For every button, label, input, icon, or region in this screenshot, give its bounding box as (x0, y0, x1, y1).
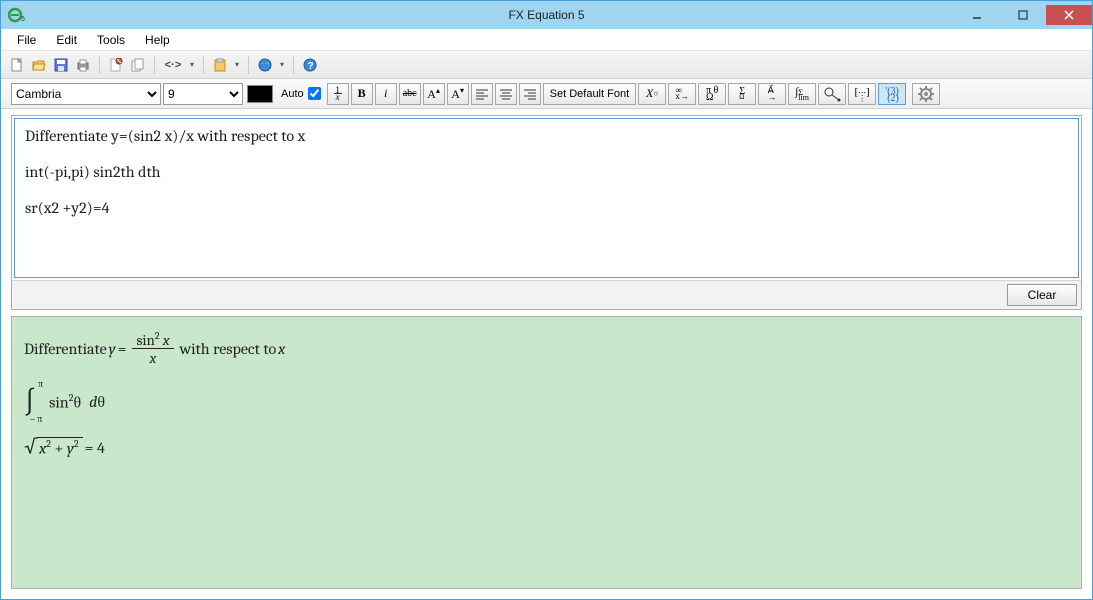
print-button[interactable] (73, 55, 93, 75)
menu-edit[interactable]: Edit (46, 31, 87, 49)
align-right-button[interactable] (519, 83, 541, 105)
cut-button[interactable] (106, 55, 126, 75)
sigma-button[interactable]: ΣΩ (728, 83, 756, 105)
titlebar: 5 FX Equation 5 (1, 1, 1092, 29)
equation-preview: Differentiate y = sin2 x x with respect … (11, 316, 1082, 589)
preview-line-1: Differentiate y = sin2 x x with respect … (24, 331, 1069, 367)
font-name-select[interactable]: Cambria (11, 83, 161, 105)
web-dropdown[interactable]: ▾ (277, 55, 287, 75)
paste-dropdown[interactable]: ▾ (232, 55, 242, 75)
decrease-font-button[interactable]: A▾ (447, 83, 469, 105)
content-area: Differentiate y=(sin2 x)/x with respect … (1, 109, 1092, 599)
clear-row: Clear (12, 280, 1081, 309)
preview-line-3: √ x2 + y2 = 4 (24, 437, 1069, 459)
vector-button[interactable]: A⃗→ (758, 83, 786, 105)
integral: π ∫ – π (24, 381, 43, 423)
new-button[interactable] (7, 55, 27, 75)
window-title: FX Equation 5 (1, 8, 1092, 22)
menu-file[interactable]: File (7, 31, 46, 49)
paste-button[interactable] (210, 55, 230, 75)
menu-tools[interactable]: Tools (87, 31, 135, 49)
superscript-button[interactable]: X○ (638, 83, 666, 105)
open-button[interactable] (29, 55, 49, 75)
fraction: sin2 x x (132, 331, 173, 367)
fraction-button[interactable]: 1x (327, 83, 349, 105)
code-button[interactable]: <·> (161, 55, 185, 75)
window-controls (954, 5, 1092, 25)
set-default-font-button[interactable]: Set Default Font (543, 83, 637, 105)
toolbar-separator (99, 56, 100, 74)
combinatorics-button[interactable]: '(3)(2) (878, 83, 906, 105)
font-color-button[interactable] (247, 85, 273, 103)
increase-font-button[interactable]: A▴ (423, 83, 445, 105)
menubar: File Edit Tools Help (1, 29, 1092, 51)
copy-button[interactable] (128, 55, 148, 75)
pi-theta-button[interactable]: π θΩ (698, 83, 726, 105)
equation-input[interactable]: Differentiate y=(sin2 x)/x with respect … (14, 118, 1079, 278)
toolbar-separator (293, 56, 294, 74)
integral-sum-button[interactable]: ∫Σlim (788, 83, 816, 105)
web-button[interactable] (255, 55, 275, 75)
settings-button[interactable] (912, 83, 940, 105)
align-left-button[interactable] (471, 83, 493, 105)
geometry-button[interactable] (818, 83, 846, 105)
square-root: √ x2 + y2 (24, 437, 83, 459)
clear-button[interactable]: Clear (1007, 284, 1077, 306)
bold-button[interactable]: B (351, 83, 373, 105)
toolbar-separator (154, 56, 155, 74)
strike-button[interactable]: abc (399, 83, 421, 105)
help-button[interactable]: ? (300, 55, 320, 75)
main-toolbar: <·> ▾ ▾ ▾ ? (1, 51, 1092, 79)
close-button[interactable] (1046, 5, 1092, 25)
minimize-button[interactable] (954, 5, 1000, 25)
format-toolbar: Cambria 9 Auto 1x B i abc A▴ A▾ Set Defa… (1, 79, 1092, 109)
code-dropdown[interactable]: ▾ (187, 55, 197, 75)
app-window: 5 FX Equation 5 File Edit Tools Help <·>… (0, 0, 1093, 600)
align-center-button[interactable] (495, 83, 517, 105)
matrix-button[interactable]: [⋯⋮] (848, 83, 876, 105)
font-size-select[interactable]: 9 (163, 83, 243, 105)
save-button[interactable] (51, 55, 71, 75)
auto-checkbox[interactable] (308, 87, 321, 100)
maximize-button[interactable] (1000, 5, 1046, 25)
limits-button[interactable]: ∞x→ (668, 83, 696, 105)
toolbar-separator (203, 56, 204, 74)
input-panel: Differentiate y=(sin2 x)/x with respect … (11, 115, 1082, 310)
italic-button[interactable]: i (375, 83, 397, 105)
preview-line-2: π ∫ – π sin2θ dθ (24, 381, 1069, 423)
toolbar-separator (248, 56, 249, 74)
svg-text:5: 5 (21, 16, 25, 23)
app-icon: 5 (7, 5, 27, 25)
auto-label: Auto (281, 88, 304, 100)
svg-text:?: ? (308, 61, 314, 72)
menu-help[interactable]: Help (135, 31, 180, 49)
